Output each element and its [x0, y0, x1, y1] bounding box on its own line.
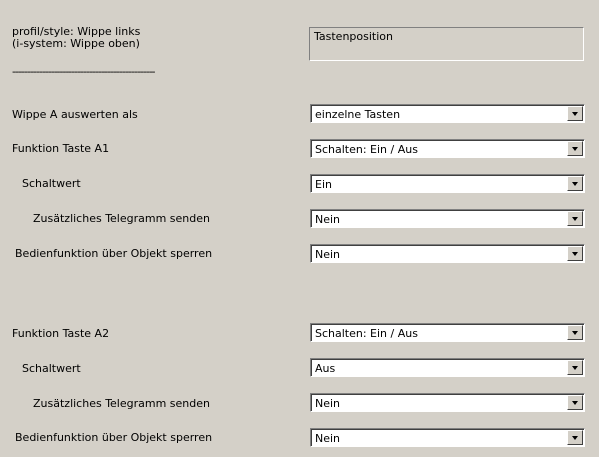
- chevron-down-icon: [572, 217, 578, 221]
- chevron-down-icon: [572, 436, 578, 440]
- bedienfunktion-a1-select[interactable]: Nein: [310, 244, 585, 263]
- zusaetzliches-telegramm-a1-value: Nein: [315, 213, 341, 226]
- zusaetzliches-telegramm-a2-dropdown-button[interactable]: [567, 395, 583, 410]
- bedienfunktion-a2-label: Bedienfunktion über Objekt sperren: [15, 431, 213, 444]
- schaltwert-a1-select[interactable]: Ein: [310, 174, 585, 193]
- chevron-down-icon: [572, 182, 578, 186]
- zusaetzliches-telegramm-a2-select[interactable]: Nein: [310, 393, 585, 412]
- bedienfunktion-a1-label: Bedienfunktion über Objekt sperren: [15, 247, 213, 260]
- chevron-down-icon: [572, 252, 578, 256]
- header-label-line2: (i-system: Wippe oben): [12, 37, 140, 50]
- chevron-down-icon: [572, 331, 578, 335]
- bedienfunktion-a1-value: Nein: [315, 248, 341, 261]
- bedienfunktion-a2-value: Nein: [315, 432, 341, 445]
- funktion-taste-a2-select[interactable]: Schalten: Ein / Aus: [310, 323, 585, 342]
- schaltwert-a1-label: Schaltwert: [22, 177, 81, 190]
- schaltwert-a2-select[interactable]: Aus: [310, 358, 585, 377]
- zusaetzliches-telegramm-a1-dropdown-button[interactable]: [567, 211, 583, 226]
- zusaetzliches-telegramm-a1-select[interactable]: Nein: [310, 209, 585, 228]
- wippe-a-select[interactable]: einzelne Tasten: [310, 104, 585, 123]
- schaltwert-a2-value: Aus: [315, 362, 336, 375]
- funktion-taste-a1-select[interactable]: Schalten: Ein / Aus: [310, 139, 585, 158]
- tastenposition-field: Tastenposition: [309, 27, 584, 61]
- wippe-a-label: Wippe A auswerten als: [12, 108, 138, 121]
- schaltwert-a1-dropdown-button[interactable]: [567, 176, 583, 191]
- chevron-down-icon: [572, 401, 578, 405]
- schaltwert-a2-dropdown-button[interactable]: [567, 360, 583, 375]
- funktion-taste-a2-label: Funktion Taste A2: [12, 327, 110, 340]
- zusaetzliches-telegramm-a2-value: Nein: [315, 397, 341, 410]
- wippe-a-value: einzelne Tasten: [315, 108, 401, 121]
- funktion-taste-a2-value: Schalten: Ein / Aus: [315, 327, 418, 340]
- schaltwert-a1-value: Ein: [315, 178, 332, 191]
- funktion-taste-a1-dropdown-button[interactable]: [567, 141, 583, 156]
- header-label: profil/style: Wippe links (i-system: Wip…: [12, 26, 140, 50]
- zusaetzliches-telegramm-a2-label: Zusätzliches Telegramm senden: [33, 397, 210, 410]
- chevron-down-icon: [572, 366, 578, 370]
- separator-line: ----------------------------------------…: [12, 65, 156, 78]
- chevron-down-icon: [572, 147, 578, 151]
- zusaetzliches-telegramm-a1-label: Zusätzliches Telegramm senden: [33, 212, 210, 225]
- funktion-taste-a1-value: Schalten: Ein / Aus: [315, 143, 418, 156]
- wippe-a-dropdown-button[interactable]: [567, 106, 583, 121]
- bedienfunktion-a2-select[interactable]: Nein: [310, 428, 585, 447]
- bedienfunktion-a2-dropdown-button[interactable]: [567, 430, 583, 445]
- bedienfunktion-a1-dropdown-button[interactable]: [567, 246, 583, 261]
- funktion-taste-a2-dropdown-button[interactable]: [567, 325, 583, 340]
- chevron-down-icon: [572, 112, 578, 116]
- funktion-taste-a1-label: Funktion Taste A1: [12, 142, 110, 155]
- schaltwert-a2-label: Schaltwert: [22, 362, 81, 375]
